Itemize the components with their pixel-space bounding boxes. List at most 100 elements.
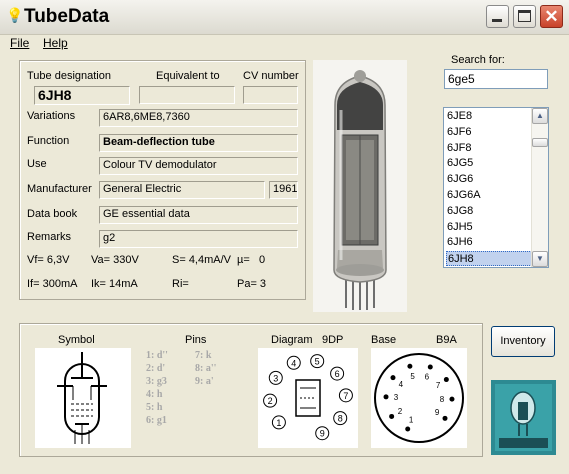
year-field[interactable]: 1961 xyxy=(269,181,298,199)
diagram-pin-circles: 1 2 3 4 5 6 7 8 9 xyxy=(263,354,353,441)
cv-number-label: CV number xyxy=(243,70,299,82)
base-code: B9A xyxy=(436,334,457,346)
variations-field[interactable]: 6AR8,6ME8,7360 xyxy=(99,109,298,127)
base-pin xyxy=(389,413,395,419)
tube-designation-field[interactable]: 6JH8 xyxy=(34,86,130,105)
menu-file[interactable]: File xyxy=(10,36,29,50)
tube-list-item[interactable]: 6JH6 xyxy=(446,235,543,250)
pin-5: 5: h xyxy=(146,402,163,413)
pin-3: 3: g3 xyxy=(146,376,167,387)
base-pin-label: 4 xyxy=(399,380,404,389)
s-value: S= 4,4mA/V xyxy=(172,254,232,266)
tube-designation-label: Tube designation xyxy=(27,70,111,82)
diagram-pin-label: 8 xyxy=(338,414,343,424)
base-pin xyxy=(427,364,433,370)
use-field[interactable]: Colour TV demodulator xyxy=(99,157,298,175)
maximize-button[interactable] xyxy=(513,5,536,28)
base-pin-label: 1 xyxy=(409,416,414,425)
minimize-button[interactable] xyxy=(486,5,509,28)
pin-9: 9: a' xyxy=(195,376,214,387)
tube-list-item[interactable]: 6JF6 xyxy=(446,125,543,140)
base-pin-label: 3 xyxy=(394,393,399,402)
use-label: Use xyxy=(27,158,47,170)
base-pin-label: 8 xyxy=(440,395,445,404)
base-pin xyxy=(449,396,455,402)
minimize-icon xyxy=(492,19,502,22)
diagram-pin-label: 7 xyxy=(343,391,348,401)
diagram-pin-label: 1 xyxy=(276,418,281,428)
manufacturer-field[interactable]: General Electric xyxy=(99,181,265,199)
base-pin-label: 6 xyxy=(425,372,430,381)
base-pin-label: 2 xyxy=(398,407,403,416)
pin-8: 8: a'' xyxy=(195,363,217,374)
lightbulb-icon: 💡 xyxy=(6,7,24,23)
inventory-button[interactable]: Inventory xyxy=(491,326,555,357)
menu-help[interactable]: Help xyxy=(43,36,68,50)
base-pin-label: 5 xyxy=(410,372,415,381)
tube-photo xyxy=(313,60,407,312)
remarks-label: Remarks xyxy=(27,231,72,243)
tube-list-item[interactable]: 6JE8 xyxy=(446,109,543,124)
diagram-pin-label: 3 xyxy=(273,373,278,383)
title-bar: 💡 TubeData ✕ xyxy=(0,0,569,35)
maximize-icon xyxy=(518,10,531,22)
scroll-thumb[interactable] xyxy=(532,138,548,147)
scroll-up-button[interactable]: ▲ xyxy=(532,108,548,124)
diagram-pin-label: 2 xyxy=(268,396,273,406)
pin-1: 1: d'' xyxy=(146,350,168,361)
base-pin-label: 7 xyxy=(436,381,441,390)
tube-list-item[interactable]: 6JF8 xyxy=(446,141,543,156)
pin-2: 2: d' xyxy=(146,363,166,374)
pins-label: Pins xyxy=(185,334,207,346)
tube-list-item[interactable]: 6JG8 xyxy=(446,204,543,219)
remarks-field[interactable]: g2 xyxy=(99,230,298,248)
scroll-down-button[interactable]: ▼ xyxy=(532,251,548,267)
close-icon: ✕ xyxy=(544,7,559,26)
if-value: If= 300mA xyxy=(27,278,78,290)
base-pin xyxy=(443,377,449,383)
tube-list-item[interactable]: 6JG6A xyxy=(446,188,543,203)
base-pin xyxy=(383,394,389,400)
list-scrollbar[interactable]: ▲ ▼ xyxy=(531,108,548,267)
function-label: Function xyxy=(27,135,70,147)
diagram-pin-label: 9 xyxy=(320,429,325,439)
vf-value: Vf= 6,3V xyxy=(27,254,70,266)
base-diagram: 12 345 67 89 xyxy=(371,348,467,448)
pa-value: Pa= 3 xyxy=(237,278,267,290)
base-label: Base xyxy=(371,334,397,346)
pin-7: 7: k xyxy=(195,350,212,361)
va-value: Va= 330V xyxy=(91,254,139,266)
mu-value: 0 xyxy=(259,254,266,266)
pins-column-2: 7: k 8: a'' 9: a' xyxy=(195,349,216,388)
ri-value: Ri= xyxy=(172,278,189,290)
equivalent-to-field[interactable] xyxy=(139,86,235,104)
tube-list-item[interactable]: 6JG6 xyxy=(446,172,543,187)
pins-column-1: 1: d'' 2: d' 3: g3 4: h 5: h 6: g1 xyxy=(146,349,168,427)
tube-symbol xyxy=(35,348,131,448)
data-book-label: Data book xyxy=(27,208,78,220)
data-book-field[interactable]: GE essential data xyxy=(99,206,298,224)
diagram-code: 9DP xyxy=(322,334,344,346)
base-pin xyxy=(442,415,448,421)
close-button[interactable]: ✕ xyxy=(540,5,563,28)
tube-list-item[interactable]: 6JG5 xyxy=(446,156,543,171)
chevron-up-icon: ▲ xyxy=(536,111,544,120)
base-pin xyxy=(390,375,396,381)
tube-list-item[interactable]: 6JH5 xyxy=(446,220,543,235)
chevron-down-icon: ▼ xyxy=(536,254,544,263)
cv-number-field[interactable] xyxy=(243,86,298,104)
equivalent-to-label: Equivalent to xyxy=(156,70,220,82)
diagram-label: Diagram xyxy=(271,334,313,346)
ik-value: Ik= 14mA xyxy=(91,278,138,290)
diagram-pin-label: 4 xyxy=(291,358,296,368)
search-input[interactable] xyxy=(444,69,548,89)
tube-listbox[interactable]: 6JE8 6JF6 6JF8 6JG5 6JG6 6JG6A 6JG8 6JH5 6JH6 6JH… xyxy=(443,107,549,268)
base-pin-markers: 12 345 67 89 xyxy=(383,363,455,432)
variations-label: Variations xyxy=(27,110,76,122)
function-field[interactable]: Beam-deflection tube xyxy=(99,134,298,152)
window-title: TubeData xyxy=(24,6,110,27)
pin-4: 4: h xyxy=(146,389,163,400)
diagram-pin-label: 6 xyxy=(335,369,340,379)
tube-list-item[interactable]: 6JH8 xyxy=(446,251,542,267)
mu-label: µ= xyxy=(237,254,250,266)
